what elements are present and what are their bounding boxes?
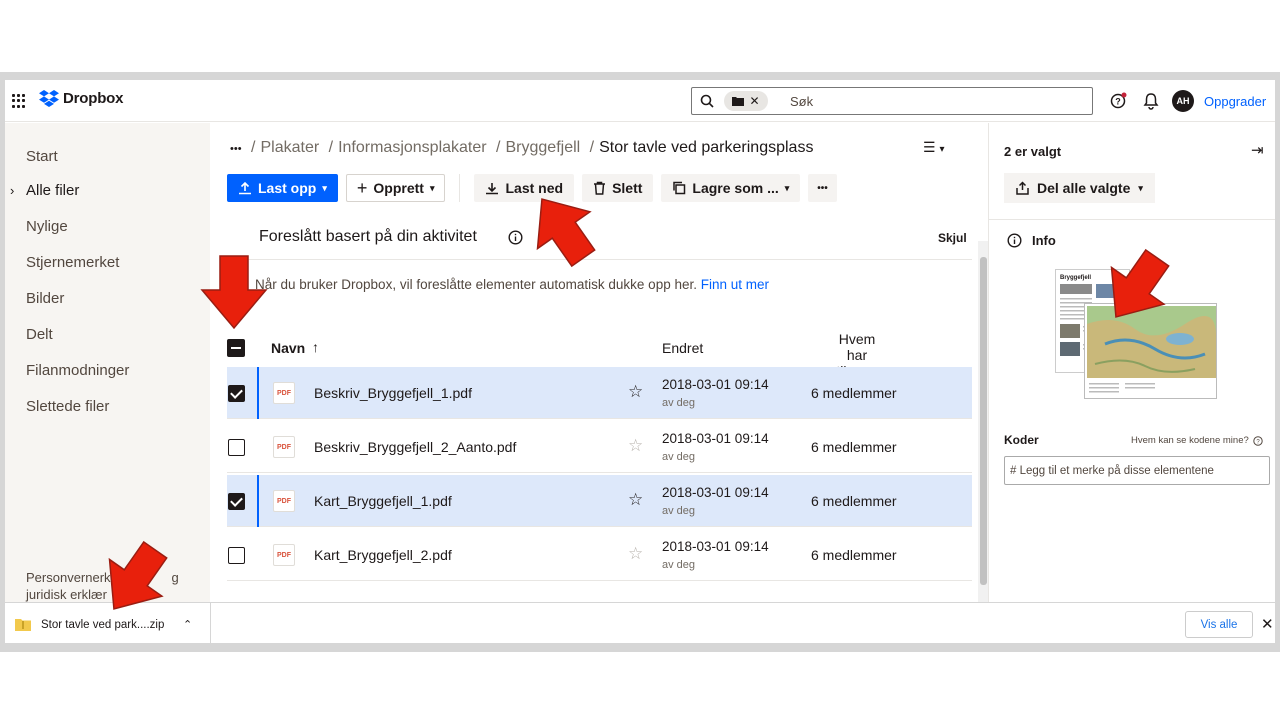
annotation-arrows [86,179,1185,629]
arrow-to-select-all [201,255,267,329]
arrow-to-preview [1088,238,1185,337]
arrow-to-downloaded-file [86,530,183,629]
arrow-to-download-button [514,179,611,278]
